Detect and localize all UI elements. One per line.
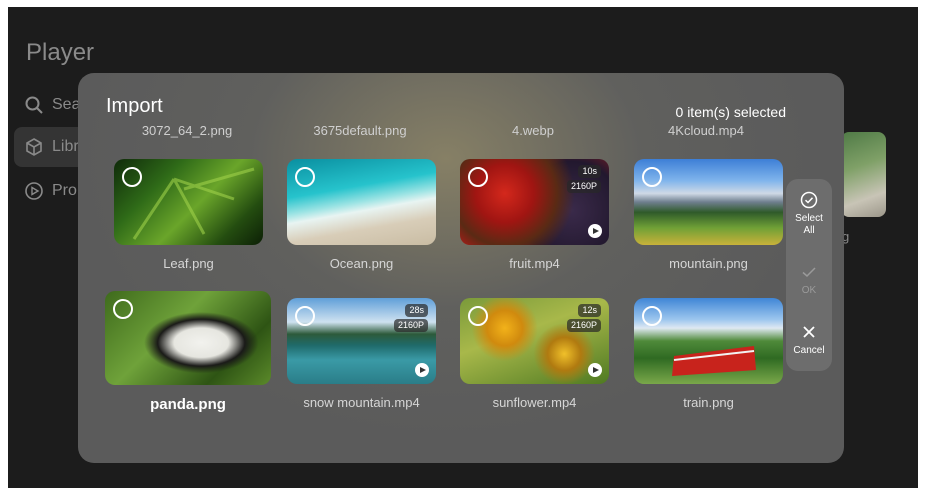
app-title: Player <box>26 39 95 66</box>
duration-badge: 12s <box>578 304 601 317</box>
thumbnail <box>634 159 783 245</box>
selected-count: 0 item(s) selected <box>675 104 786 120</box>
selection-circle-icon[interactable] <box>642 306 662 326</box>
media-tile-fruit[interactable]: 10s 2160P fruit.mp4 <box>460 159 609 274</box>
selection-circle-icon[interactable] <box>113 299 133 319</box>
close-icon <box>803 326 815 338</box>
media-name: Leaf.png <box>163 256 214 271</box>
duration-badge: 28s <box>405 304 428 317</box>
play-circle-icon <box>25 182 43 200</box>
media-name: sunflower.mp4 <box>492 395 577 410</box>
thumbnail <box>634 298 783 384</box>
cancel-label: Cancel <box>793 345 825 356</box>
search-icon <box>25 96 43 114</box>
select-all-label: Select All <box>795 213 823 236</box>
duration-badge: 10s <box>578 165 601 178</box>
sidebar-item-label: Pro <box>52 182 77 199</box>
media-tile-snow-mountain[interactable]: 28s 2160P snow mountain.mp4 <box>287 298 436 413</box>
ok-button[interactable]: OK <box>786 263 832 297</box>
background-thumbnail <box>841 132 886 217</box>
sidebar-item-label: Sea <box>52 96 81 113</box>
previous-row-caption: 3675default.png <box>313 123 407 138</box>
cancel-button[interactable]: Cancel <box>786 323 832 357</box>
dialog-title: Import <box>106 95 163 117</box>
action-panel: Select All OK Cancel <box>786 179 832 371</box>
sidebar-item-label: Libr <box>52 138 79 155</box>
media-tile-train[interactable]: train.png <box>634 298 783 413</box>
previous-row-caption: 3072_64_2.png <box>141 123 233 138</box>
media-tile-ocean[interactable]: Ocean.png <box>287 159 436 274</box>
import-dialog: Import 0 item(s) selected 3072_64_2.png … <box>78 73 844 463</box>
check-circle-icon <box>800 191 818 209</box>
thumbnail: 10s 2160P <box>460 159 609 245</box>
thumbnail: 12s 2160P <box>460 298 609 384</box>
selection-circle-icon[interactable] <box>295 306 315 326</box>
tv-screen: Player Sea Libr Pro g Import 0 item(s) s… <box>8 7 918 488</box>
selection-circle-icon[interactable] <box>642 167 662 187</box>
play-icon <box>588 363 602 377</box>
media-name: Ocean.png <box>329 256 394 271</box>
play-icon <box>588 224 602 238</box>
ok-label: OK <box>801 285 817 296</box>
select-all-button[interactable]: Select All <box>786 191 832 237</box>
selection-circle-icon[interactable] <box>468 306 488 326</box>
media-name: train.png <box>683 395 734 410</box>
resolution-badge: 2160P <box>566 180 601 193</box>
selection-circle-icon[interactable] <box>122 167 142 187</box>
check-icon <box>802 267 816 278</box>
selection-circle-icon[interactable] <box>295 167 315 187</box>
media-name: fruit.mp4 <box>509 256 560 271</box>
media-tile-panda[interactable]: panda.png <box>105 291 271 416</box>
library-cube-icon <box>26 138 42 156</box>
resolution-badge: 2160P <box>393 319 428 332</box>
resolution-badge: 2160P <box>566 319 601 332</box>
play-icon <box>415 363 429 377</box>
selection-circle-icon[interactable] <box>468 167 488 187</box>
media-name: mountain.png <box>669 256 748 271</box>
media-tile-sunflower[interactable]: 12s 2160P sunflower.mp4 <box>460 298 609 413</box>
media-tile-leaf[interactable]: Leaf.png <box>114 159 263 274</box>
thumbnail <box>114 159 263 245</box>
media-tile-mountain[interactable]: mountain.png <box>634 159 783 274</box>
thumbnail <box>105 291 271 385</box>
media-name: snow mountain.mp4 <box>303 395 420 410</box>
thumbnail: 28s 2160P <box>287 298 436 384</box>
thumbnail <box>287 159 436 245</box>
previous-row-caption: 4.webp <box>512 123 554 138</box>
previous-row-caption: 4Kcloud.mp4 <box>668 123 744 138</box>
media-name: panda.png <box>150 396 226 413</box>
